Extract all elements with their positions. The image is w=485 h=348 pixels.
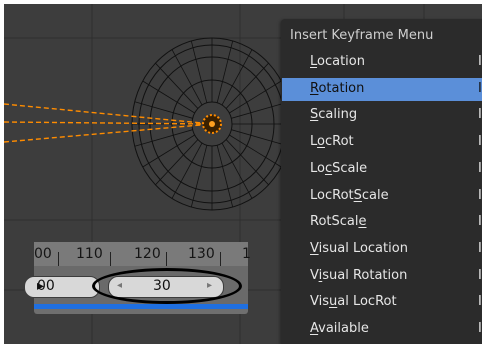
start-frame-field[interactable]: 00 ▸: [24, 276, 100, 298]
menu-item-visual-locrot[interactable]: Visual LocRot I: [282, 291, 482, 314]
tick-line: [58, 252, 59, 266]
frame-controls: 00 ▸ ◂ 30 ▸: [24, 266, 248, 304]
menu-item-location[interactable]: Location I: [282, 51, 482, 74]
menu-item-shortcut: I: [478, 80, 482, 96]
tick-label: 120: [134, 246, 161, 262]
menu-item-shortcut: I: [478, 240, 482, 256]
menu-item-shortcut: I: [478, 107, 482, 123]
insert-keyframe-menu: Insert Keyframe Menu Location I Rotation I S…: [281, 19, 482, 344]
menu-item-locrotscale[interactable]: LocRotScale I: [282, 185, 482, 208]
menu-item-rotscale[interactable]: RotScale I: [282, 211, 482, 234]
menu-item-shortcut: I: [478, 187, 482, 203]
menu-title: Insert Keyframe Menu: [290, 28, 434, 43]
menu-item-shortcut: I: [478, 134, 482, 150]
menu-item-shortcut: I: [478, 321, 482, 336]
menu-item-label: RotScale: [310, 214, 367, 230]
3d-viewport[interactable]: 00 110 120 130 1 00 ▸ ◂ 30 ▸ Insert Keyf…: [4, 4, 482, 344]
menu-item-label: Scaling: [310, 107, 358, 123]
menu-item-label: Location: [310, 54, 365, 69]
menu-item-label: LocScale: [310, 160, 368, 176]
menu-item-visual-rotation[interactable]: Visual Rotation I: [282, 265, 482, 288]
tick-label: 110: [76, 246, 103, 262]
tick-label: 130: [188, 246, 215, 262]
menu-item-shortcut: I: [478, 160, 482, 176]
menu-item-label: LocRotScale: [310, 187, 389, 203]
tick-label: 1: [242, 246, 251, 262]
tick-line: [220, 252, 221, 266]
arrow-right-icon[interactable]: ▸: [37, 278, 44, 294]
tick-line: [166, 252, 167, 266]
menu-item-shortcut: I: [478, 267, 482, 283]
menu-item-scaling[interactable]: Scaling I: [282, 104, 482, 127]
timeline-widget[interactable]: 00 110 120 130 1 00 ▸ ◂ 30 ▸: [24, 242, 251, 314]
menu-item-rotation[interactable]: Rotation I: [282, 77, 482, 101]
menu-item-shortcut: I: [478, 294, 482, 310]
menu-item-label: Visual LocRot: [310, 294, 397, 310]
menu-item-label: Visual Location: [310, 240, 408, 256]
menu-item-locscale[interactable]: LocScale I: [282, 158, 482, 181]
menu-item-shortcut: I: [478, 214, 482, 230]
menu-item-shortcut: I: [478, 54, 482, 69]
tick-label: 00: [34, 246, 52, 262]
menu-item-visual-location[interactable]: Visual Location I: [282, 238, 482, 261]
tick-line: [110, 252, 111, 266]
object-origin: [202, 114, 222, 134]
menu-item-label: Rotation: [310, 80, 365, 96]
menu-item-label: Available: [310, 321, 369, 336]
menu-item-locrot[interactable]: LocRot I: [282, 131, 482, 154]
timeline-scrub-bar[interactable]: [34, 304, 248, 309]
menu-item-label: Visual Rotation: [310, 267, 408, 283]
frame-ruler[interactable]: 00 110 120 130 1: [34, 242, 251, 267]
highlight-ellipse: [92, 268, 242, 304]
menu-item-available[interactable]: Available I: [282, 318, 482, 341]
menu-item-label: LocRot: [310, 134, 354, 150]
